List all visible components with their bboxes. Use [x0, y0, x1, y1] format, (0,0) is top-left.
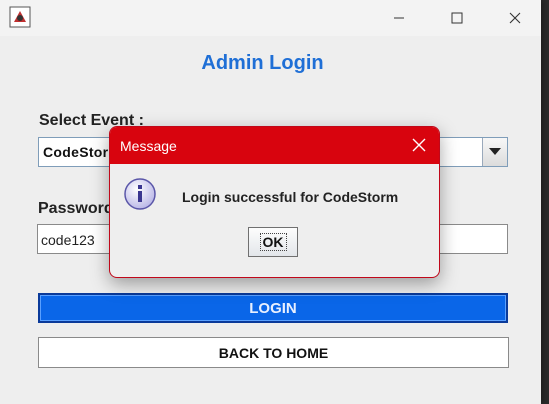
close-button[interactable] — [486, 0, 544, 36]
maximize-icon — [451, 12, 463, 24]
title-bar — [0, 0, 541, 36]
maximize-button[interactable] — [428, 0, 486, 36]
page-title: Admin Login — [201, 52, 324, 74]
ok-button[interactable]: OK — [248, 227, 298, 257]
info-icon — [124, 178, 156, 210]
minimize-button[interactable] — [370, 0, 428, 36]
back-to-home-button[interactable]: BACK TO HOME — [38, 337, 509, 368]
close-icon — [509, 12, 521, 24]
dialog-message: Login successful for CodeStorm — [182, 189, 399, 205]
password-field-value: code123 — [41, 232, 95, 248]
message-dialog: Message Login successful for CodeStorm O… — [109, 126, 440, 278]
login-button[interactable]: LOGIN — [38, 293, 508, 323]
dialog-title: Message — [120, 138, 177, 154]
dialog-title-bar: Message — [110, 127, 439, 164]
chevron-down-icon — [489, 148, 501, 155]
dropdown-button[interactable] — [482, 138, 507, 166]
java-app-icon — [9, 6, 31, 28]
ok-button-label: OK — [259, 233, 287, 251]
dialog-close-icon[interactable] — [411, 137, 427, 153]
minimize-icon — [394, 17, 404, 19]
